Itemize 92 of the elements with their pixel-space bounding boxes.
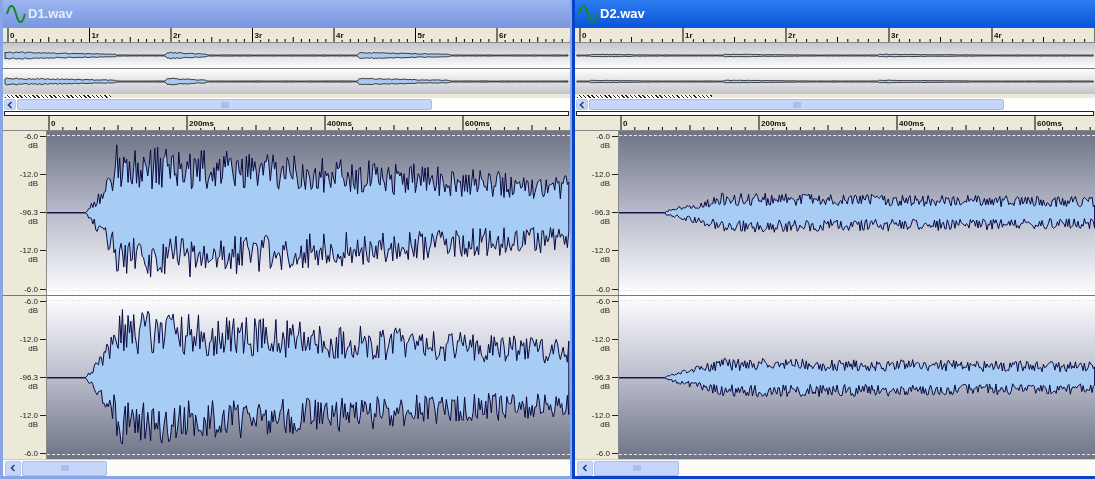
scale-unit: dB (600, 343, 610, 353)
scale-unit: dB (28, 419, 38, 429)
scale-value: -12.0 (591, 334, 610, 344)
time-label: 400ms (327, 119, 352, 128)
tick-mark (40, 250, 46, 252)
time-label: 200ms (189, 119, 214, 128)
scale-value: -6.0 (24, 449, 38, 458)
scale-value: -12.0 (19, 246, 38, 256)
scale-unit: dB (600, 179, 610, 189)
tick-mark (40, 376, 46, 378)
tick-mark (40, 338, 46, 340)
scale-value: -6.0 (596, 296, 610, 306)
tick-mark (612, 174, 618, 176)
scale-value: -96.3 (591, 372, 610, 382)
scroll-left-button[interactable] (5, 460, 21, 476)
ruler-label: 2r (788, 31, 796, 40)
scale-value: -12.0 (19, 410, 38, 420)
scale-unit: dB (28, 305, 38, 315)
window-title: D2.wav (600, 5, 645, 24)
tick-mark (612, 250, 618, 252)
scroll-left-button[interactable] (577, 460, 593, 476)
scale-unit: dB (600, 255, 610, 265)
scroll-left-button[interactable] (576, 99, 588, 110)
scroll-left-button[interactable] (4, 99, 16, 110)
ruler-label: 0 (582, 31, 587, 40)
scale-value: -6.0 (596, 132, 610, 141)
ruler-label: 6r (499, 31, 507, 40)
tick-mark (612, 288, 618, 290)
scale-value: -96.3 (19, 372, 38, 382)
tick-mark (40, 212, 46, 214)
scroll-thumb[interactable] (594, 460, 679, 476)
ruler-label: 3r (254, 31, 263, 40)
ruler-label: 2r (173, 31, 181, 40)
time-label: 200ms (761, 119, 786, 128)
scale-value: -12.0 (591, 410, 610, 420)
scale-unit: dB (28, 381, 38, 391)
tick-mark (40, 453, 46, 454)
time-label: 600ms (465, 119, 490, 128)
scale-unit: dB (28, 217, 38, 227)
tick-mark (40, 136, 46, 137)
scale-value: -6.0 (24, 284, 38, 294)
grip-icon (60, 465, 69, 471)
ruler-label: 0 (10, 31, 15, 40)
time-label: 600ms (1037, 119, 1062, 128)
tick-mark (612, 414, 618, 416)
window-title: D1.wav (28, 5, 73, 24)
scale-value: -12.0 (591, 170, 610, 180)
tick-mark (40, 288, 46, 290)
overview-scroll-thumb[interactable] (17, 99, 432, 110)
scale-unit: dB (28, 179, 38, 189)
tick-mark (612, 212, 618, 214)
ruler-label: 3r (891, 31, 899, 40)
grip-icon (792, 101, 801, 108)
grip-icon (220, 101, 229, 108)
scale-value: -6.0 (596, 449, 610, 458)
time-label: 0 (51, 119, 56, 128)
scale-unit: dB (28, 255, 38, 265)
tick-mark (40, 414, 46, 416)
tick-mark (612, 338, 618, 340)
tick-mark (40, 300, 46, 302)
time-label: 400ms (899, 119, 924, 128)
ruler-label: 1r (91, 31, 100, 40)
scale-unit: dB (600, 419, 610, 429)
ruler-label: 4r (336, 31, 344, 40)
time-label: 0 (623, 119, 628, 128)
scale-value: -12.0 (19, 334, 38, 344)
scroll-thumb[interactable] (22, 460, 107, 476)
grip-icon (632, 465, 641, 471)
tick-mark (612, 453, 618, 454)
scale-value: -12.0 (19, 170, 38, 180)
scale-value: -6.0 (24, 296, 38, 306)
ruler-label: 4r (994, 31, 1002, 40)
scale-value: -96.3 (19, 208, 38, 218)
tick-mark (612, 136, 618, 137)
scale-unit: dB (600, 217, 610, 227)
scale-value: -6.0 (24, 132, 38, 141)
overview-scroll-thumb[interactable] (589, 99, 1004, 110)
tick-mark (612, 300, 618, 302)
ruler-label: 1r (685, 31, 693, 40)
scale-unit: dB (600, 305, 610, 315)
tick-mark (612, 376, 618, 378)
scale-value: -96.3 (591, 208, 610, 218)
scale-value: -12.0 (591, 246, 610, 256)
scale-unit: dB (28, 141, 38, 150)
scale-value: -6.0 (596, 284, 610, 294)
sine-wave-icon (578, 5, 598, 23)
ruler-label: 5r (417, 31, 426, 40)
scale-unit: dB (600, 381, 610, 391)
scale-unit: dB (600, 141, 610, 150)
sine-wave-icon (6, 5, 26, 23)
scale-unit: dB (28, 343, 38, 353)
tick-mark (40, 174, 46, 176)
